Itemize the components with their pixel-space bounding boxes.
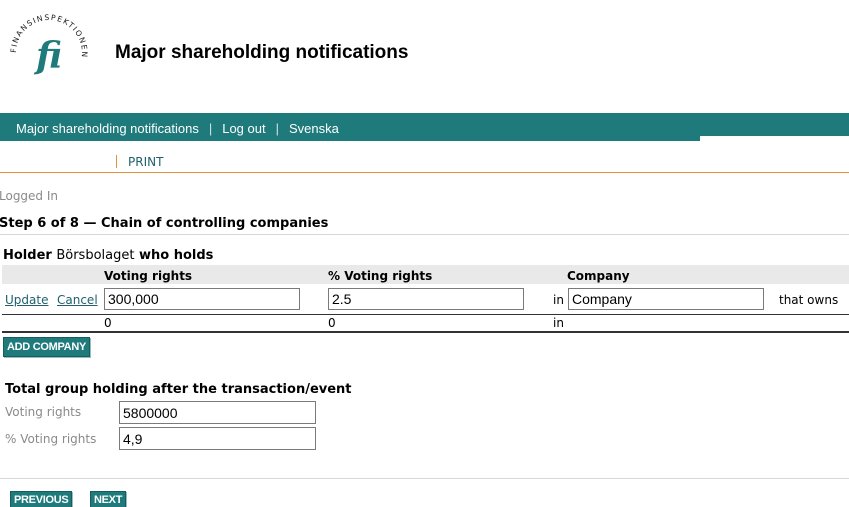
nav-link-major-shareholding[interactable]: Major shareholding notifications (16, 121, 199, 136)
column-header-company: Company (567, 269, 630, 283)
holder-name: Börsbolaget (56, 248, 135, 263)
in-label: in (553, 293, 564, 307)
company-input[interactable] (568, 288, 764, 310)
total-voting-rights-input[interactable] (119, 401, 316, 424)
divider (0, 478, 849, 479)
column-header-pct-voting-rights: % Voting rights (328, 269, 433, 283)
summary-in-label: in (553, 316, 564, 330)
total-pct-voting-rights-input[interactable] (119, 427, 316, 450)
update-link[interactable]: Update (5, 293, 48, 307)
nav-separator: | (208, 121, 213, 136)
login-status: Logged In (0, 189, 59, 203)
summary-voting-rights: 0 (104, 316, 112, 330)
step-title: Step 6 of 8 — Chain of controlling compa… (0, 216, 329, 231)
summary-pct-voting-rights: 0 (328, 316, 336, 330)
chain-table: Voting rights % Voting rights Company Up… (2, 265, 849, 333)
column-header-voting-rights: Voting rights (104, 269, 193, 283)
finansinspektionen-logo: FINANSINSPEKTIONEN fi (9, 13, 88, 77)
cancel-link[interactable]: Cancel (57, 293, 98, 307)
page-title: Major shareholding notifications (115, 42, 409, 63)
print-link[interactable]: PRINT (128, 155, 163, 169)
holder-prefix: Holder (3, 248, 52, 263)
previous-button[interactable]: PREVIOUS (10, 491, 73, 507)
pct-voting-rights-input[interactable] (328, 288, 524, 310)
main-nav: Major shareholding notifications | Log out… (16, 121, 339, 136)
next-button[interactable]: NEXT (90, 491, 127, 507)
total-voting-rights-label: Voting rights (5, 405, 82, 419)
print-separator (116, 155, 117, 168)
nav-link-svenska[interactable]: Svenska (289, 121, 339, 136)
total-holding-title: Total group holding after the transactio… (5, 382, 352, 397)
total-pct-voting-rights-label: % Voting rights (5, 432, 97, 446)
nav-separator: | (275, 121, 279, 136)
holder-suffix: who holds (139, 248, 214, 263)
row-divider (2, 314, 849, 315)
add-company-button[interactable]: ADD COMPANY (3, 337, 90, 357)
that-owns-label: that owns (779, 293, 839, 307)
nav-link-log-out[interactable]: Log out (222, 121, 265, 136)
divider (0, 234, 849, 235)
voting-rights-input[interactable] (104, 288, 300, 310)
logo-monogram: fi (33, 35, 62, 77)
holder-line: Holder Börsbolaget who holds (3, 248, 213, 263)
